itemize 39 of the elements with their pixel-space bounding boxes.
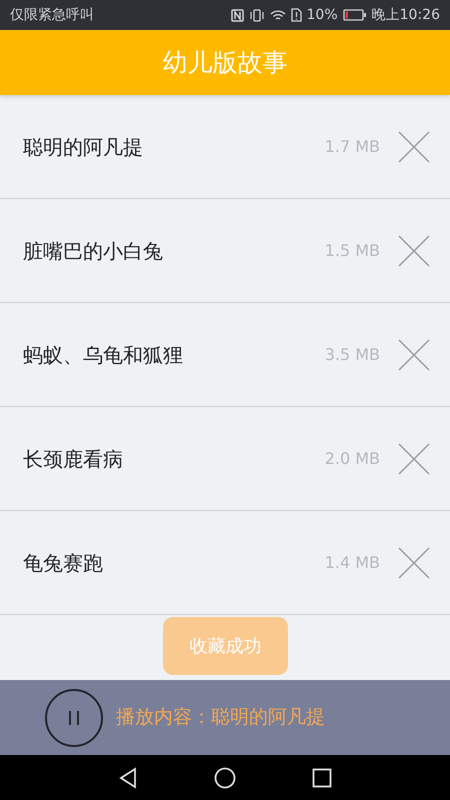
pause-button[interactable] — [45, 688, 103, 746]
close-icon — [398, 546, 430, 578]
vibrate-icon — [248, 8, 265, 22]
battery-percent: 10% — [306, 6, 338, 24]
home-circle-icon — [214, 766, 236, 788]
toast-message: 收藏成功 — [163, 617, 288, 675]
close-icon — [398, 338, 430, 370]
nfc-icon — [230, 8, 244, 22]
wifi-icon — [270, 8, 286, 22]
home-button[interactable] — [214, 766, 236, 788]
file-size: 1.4 MB — [324, 552, 380, 574]
file-size: 1.5 MB — [324, 240, 380, 262]
story-title[interactable]: 蚂蚁、乌龟和狐狸 — [23, 340, 183, 370]
story-title[interactable]: 聪明的阿凡提 — [23, 132, 143, 162]
close-icon — [398, 130, 430, 162]
close-icon — [398, 442, 430, 474]
close-icon — [398, 234, 430, 266]
delete-button[interactable] — [398, 338, 430, 370]
back-button[interactable] — [118, 766, 138, 788]
delete-button[interactable] — [398, 546, 430, 578]
pause-icon — [67, 710, 81, 726]
story-title[interactable]: 脏嘴巴的小白兔 — [23, 236, 163, 266]
now-playing-text: 播放内容：聪明的阿凡提 — [116, 705, 325, 730]
sim-alert-icon — [290, 8, 302, 22]
page-title: 幼儿版故事 — [162, 46, 288, 79]
file-size: 1.7 MB — [324, 136, 380, 158]
delete-button[interactable] — [398, 234, 430, 266]
carrier-text: 仅限紧急呼叫 — [10, 6, 94, 24]
recents-square-icon — [312, 768, 332, 788]
back-triangle-icon — [118, 766, 138, 788]
recents-button[interactable] — [312, 768, 332, 788]
delete-button[interactable] — [398, 130, 430, 162]
battery-icon — [342, 9, 367, 21]
file-size: 2.0 MB — [324, 448, 380, 470]
file-size: 3.5 MB — [324, 344, 380, 366]
delete-button[interactable] — [398, 442, 430, 474]
story-title[interactable]: 龟兔赛跑 — [23, 548, 103, 578]
clock-time: 晚上10:26 — [372, 6, 440, 24]
story-title[interactable]: 长颈鹿看病 — [23, 444, 123, 474]
